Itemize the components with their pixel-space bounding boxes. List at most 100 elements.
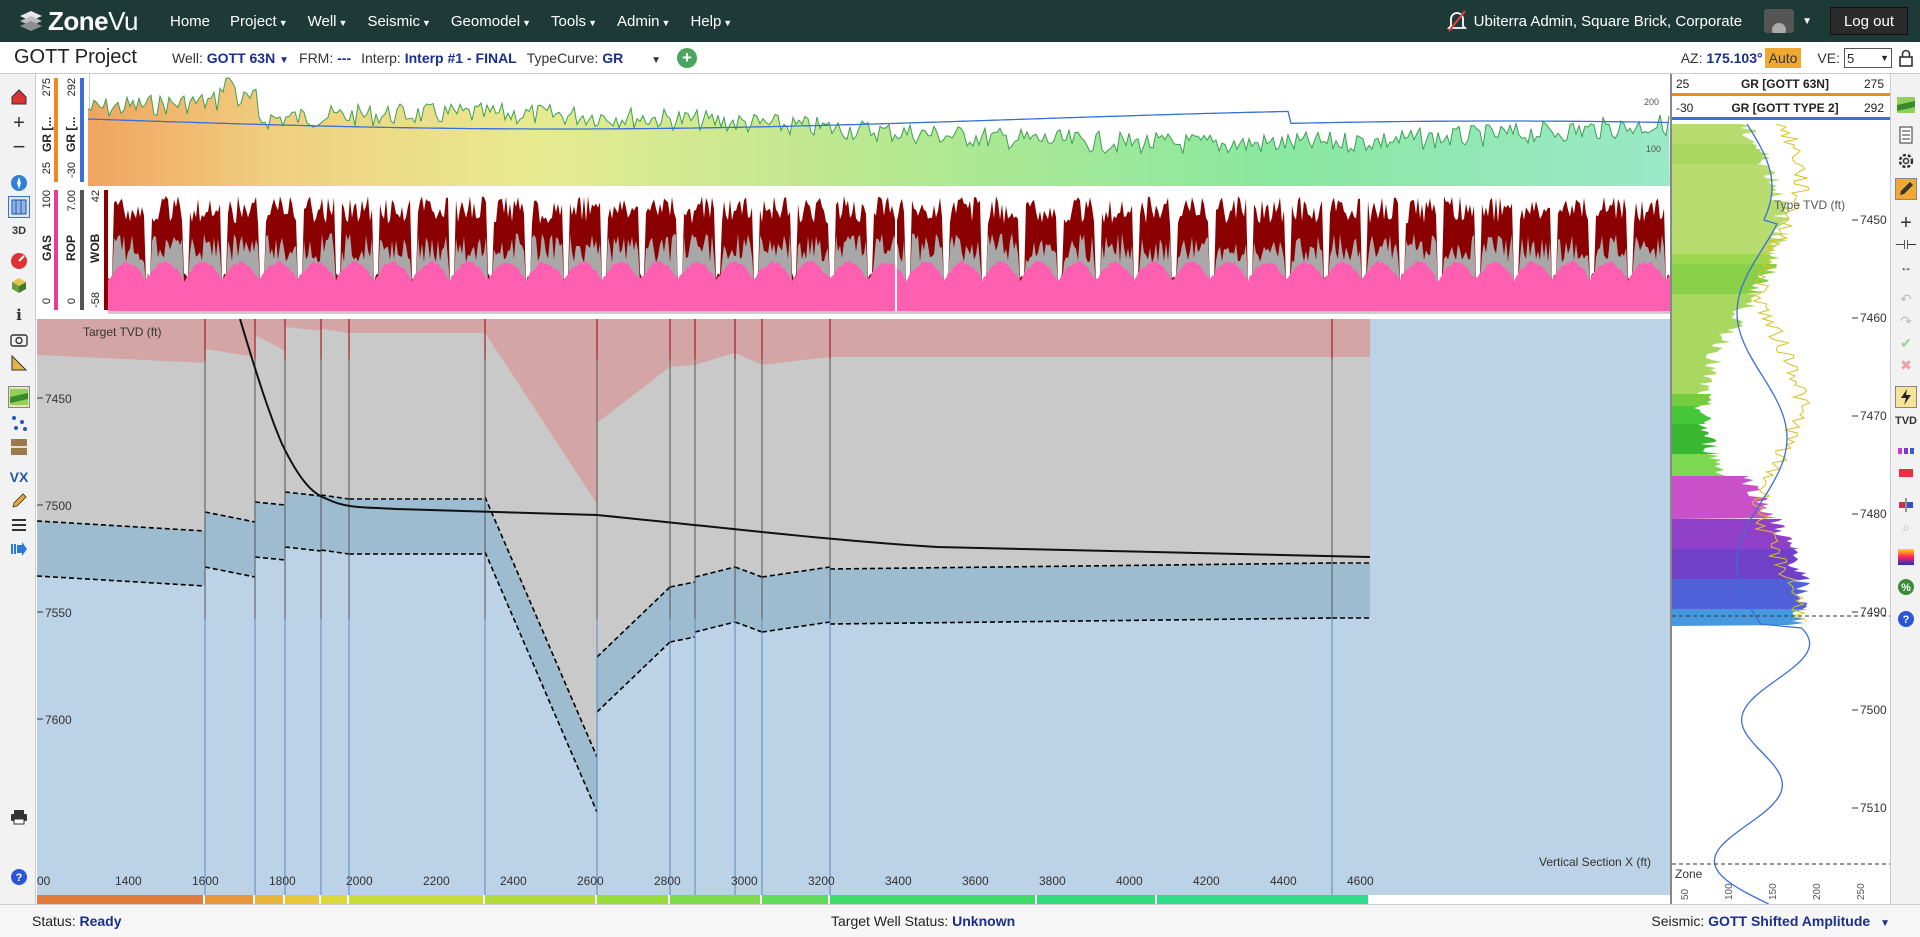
legend-gr-63n[interactable]: 25 GR [GOTT 63N] 275: [1672, 74, 1890, 96]
compass-icon[interactable]: [8, 172, 30, 194]
home-view-icon[interactable]: [8, 86, 30, 108]
x-tick-label: 00: [37, 874, 51, 888]
fault-icon[interactable]: [8, 436, 30, 458]
auto-azimuth-button[interactable]: Auto: [1764, 48, 1802, 68]
bed-upper-5: [349, 319, 485, 333]
x-tick-label: 3200: [808, 874, 835, 888]
cross-section-icon[interactable]: [8, 386, 30, 408]
cross-section-icon[interactable]: [1895, 94, 1917, 116]
3d-view-icon[interactable]: 3D: [8, 220, 30, 242]
cube-icon[interactable]: [8, 274, 30, 296]
nav-project[interactable]: Project ▼: [230, 13, 288, 30]
vx-icon[interactable]: VX: [8, 466, 30, 488]
expand-horizontal-icon[interactable]: ↔: [1895, 256, 1917, 278]
color-palette-icon[interactable]: [1895, 546, 1917, 568]
camera-icon[interactable]: [8, 328, 30, 350]
undo-icon[interactable]: ↶: [1895, 288, 1917, 310]
zoom-out-icon[interactable]: −: [8, 134, 30, 159]
nav-tools[interactable]: Tools ▼: [551, 13, 597, 30]
marker-icon[interactable]: [1895, 462, 1917, 484]
redo-icon[interactable]: ↷: [1895, 310, 1917, 332]
x-tick-label: 2600: [577, 874, 604, 888]
document-icon[interactable]: [1895, 124, 1917, 146]
x-tick-label: 1600: [192, 874, 219, 888]
type-tvd-tick: 7460: [1860, 311, 1887, 325]
svg-text:?: ?: [16, 872, 23, 884]
avatar[interactable]: [1764, 9, 1795, 33]
arrow-right-icon[interactable]: [8, 538, 30, 560]
split-icon[interactable]: ⊣⊢: [1895, 234, 1918, 256]
app-logo[interactable]: Zone Vu: [18, 6, 166, 37]
nav-home[interactable]: Home: [170, 13, 210, 30]
layers-icon[interactable]: [8, 514, 30, 536]
bed-upper-12: [830, 319, 1332, 357]
interp-selector[interactable]: Interp: Interp #1 - FINAL: [361, 50, 517, 66]
nav-well[interactable]: Well ▼: [308, 13, 348, 30]
gear-icon[interactable]: [1895, 150, 1917, 172]
notifications-off-icon[interactable]: [1446, 9, 1468, 33]
logo-text-zone: Zone: [48, 5, 109, 36]
percent-icon[interactable]: %: [1895, 576, 1917, 598]
type-tvd-tick: 7470: [1860, 409, 1887, 423]
check-icon[interactable]: ✔: [1895, 332, 1917, 354]
compare-icon[interactable]: [1895, 494, 1917, 516]
cross-section-view[interactable]: Target TVD (ft) Vertical Section X (ft) …: [37, 319, 1670, 905]
nav-geomodel[interactable]: Geomodel ▼: [451, 13, 531, 30]
legend-gr-type2[interactable]: -30 GR [GOTT TYPE 2] 292: [1672, 98, 1890, 120]
info-icon[interactable]: i: [8, 304, 30, 326]
typelog-band-9: [1672, 454, 1726, 476]
pencil-icon[interactable]: [8, 490, 30, 512]
nav-help[interactable]: Help ▼: [690, 13, 732, 30]
lock-icon[interactable]: [1898, 48, 1914, 68]
type-tvd-tick: 7480: [1860, 507, 1887, 521]
tvd-toggle[interactable]: TVD: [1895, 410, 1917, 432]
typelog-panel[interactable]: 25 GR [GOTT 63N] 275 -30 GR [GOTT TYPE 2…: [1670, 74, 1890, 904]
well-selector[interactable]: Well: GOTT 63N ▼: [172, 50, 289, 66]
ve-select[interactable]: 5 ▼: [1844, 48, 1892, 68]
typelog-chart[interactable]: Type TVD (ft) Zone 7450 7460 7470 7480 7490 7…: [1672, 124, 1890, 904]
zones-icon[interactable]: [1895, 440, 1917, 462]
help-icon[interactable]: ?: [8, 866, 30, 888]
drilling-track[interactable]: [108, 188, 1670, 314]
bed-middle-1: [205, 349, 255, 522]
frm-selector[interactable]: FRM: ---: [299, 50, 351, 66]
chevron-down-icon: ▼: [651, 54, 662, 66]
bed-target-10: [735, 567, 762, 632]
add-typecurve-button[interactable]: +: [677, 47, 698, 68]
zoom-in-icon[interactable]: +: [8, 112, 30, 134]
left-toolbar: + − 3D i VX ?: [0, 74, 36, 904]
gr1-track-label: GR [...: [64, 116, 78, 152]
typecurve-selector[interactable]: TypeCurve: GR ▼: [527, 50, 661, 66]
edit-pencil-icon[interactable]: [1895, 178, 1917, 200]
search-icon[interactable]: ⌕: [1895, 516, 1917, 538]
fault-tool-icon[interactable]: [1895, 386, 1917, 408]
bed-target-3: [285, 492, 321, 551]
chevron-down-icon[interactable]: ▼: [1802, 16, 1812, 27]
typelog-band-12: [1672, 549, 1810, 579]
well-toolbar: GOTT Project Well: GOTT 63N ▼ FRM: --- I…: [0, 42, 1920, 74]
gr-log-track[interactable]: 200 100: [88, 74, 1670, 186]
gas-max: 100: [41, 190, 53, 209]
cancel-icon[interactable]: ✖: [1895, 354, 1917, 376]
print-icon[interactable]: [8, 806, 30, 828]
add-icon[interactable]: +: [1895, 212, 1917, 234]
gr-scale-lo: 100: [1646, 144, 1661, 154]
bed-middle-9: [695, 353, 735, 577]
nav-admin[interactable]: Admin ▼: [617, 13, 670, 30]
grid-view-icon[interactable]: [8, 196, 30, 218]
caret-down-icon: ▼: [661, 17, 671, 28]
logout-button[interactable]: Log out: [1830, 7, 1908, 35]
x-tick-label: 3800: [1039, 874, 1066, 888]
ruler-icon[interactable]: [8, 352, 30, 374]
x-tick-label: 1400: [115, 874, 142, 888]
seismic-selector[interactable]: Seismic: GOTT Shifted Amplitude ▼: [1651, 913, 1890, 929]
help-icon[interactable]: ?: [1895, 608, 1917, 630]
drilling-track-labels: GAS ROP WOB 100 0 7.00 0 42 -58: [38, 188, 108, 314]
bed-middle-8: [670, 365, 695, 587]
typelog-band-0: [1672, 124, 1757, 144]
scatter-points-icon[interactable]: [8, 412, 30, 434]
bed-middle-10: [735, 353, 762, 577]
gauge-icon[interactable]: [8, 250, 30, 272]
x-tick-label: 4400: [1270, 874, 1297, 888]
nav-seismic[interactable]: Seismic ▼: [367, 13, 430, 30]
